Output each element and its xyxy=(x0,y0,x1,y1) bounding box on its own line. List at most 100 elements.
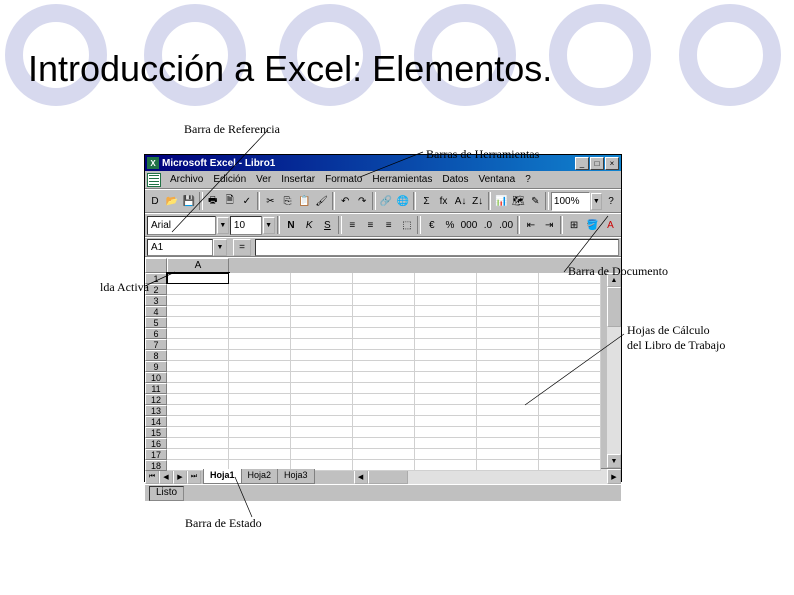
redo-button[interactable]: ↷ xyxy=(354,192,370,211)
cell-D18[interactable] xyxy=(353,460,415,471)
menu-ver[interactable]: Ver xyxy=(251,173,276,186)
cell-D16[interactable] xyxy=(353,438,415,449)
cell-D3[interactable] xyxy=(353,295,415,306)
cell-G9[interactable] xyxy=(539,361,601,372)
cell-E9[interactable] xyxy=(415,361,477,372)
scroll-right-icon[interactable]: ▶ xyxy=(607,469,621,484)
name-box[interactable]: A1 xyxy=(147,239,213,256)
cell-G11[interactable] xyxy=(539,383,601,394)
cell-B4[interactable] xyxy=(229,306,291,317)
menu-edición[interactable]: Edición xyxy=(208,173,251,186)
cell-D7[interactable] xyxy=(353,339,415,350)
row-header-10[interactable]: 10 xyxy=(145,372,167,383)
hyperlink-button[interactable]: 🔗 xyxy=(378,192,394,211)
cell-A9[interactable] xyxy=(167,361,229,372)
menu-formato[interactable]: Formato xyxy=(320,173,367,186)
row-header-4[interactable]: 4 xyxy=(145,306,167,317)
cell-A5[interactable] xyxy=(167,317,229,328)
format-painter-button[interactable]: 🖌 xyxy=(314,192,330,211)
cell-F10[interactable] xyxy=(477,372,539,383)
cell-D17[interactable] xyxy=(353,449,415,460)
cell-E11[interactable] xyxy=(415,383,477,394)
help-button[interactable]: ? xyxy=(603,192,619,211)
tab-nav-next-icon[interactable]: ▶ xyxy=(173,469,187,484)
cell-F6[interactable] xyxy=(477,328,539,339)
fill-color-button[interactable]: 🪣 xyxy=(584,216,601,235)
cell-F2[interactable] xyxy=(477,284,539,295)
horizontal-scrollbar[interactable]: ◀ ▶ xyxy=(354,469,621,484)
cell-A16[interactable] xyxy=(167,438,229,449)
tab-nav-last-icon[interactable]: ⏭ xyxy=(187,469,201,484)
preview-button[interactable]: 🗎 xyxy=(222,192,238,211)
cell-B10[interactable] xyxy=(229,372,291,383)
cell-D13[interactable] xyxy=(353,405,415,416)
cell-B16[interactable] xyxy=(229,438,291,449)
maximize-button[interactable]: □ xyxy=(590,157,604,170)
cell-D2[interactable] xyxy=(353,284,415,295)
cell-G4[interactable] xyxy=(539,306,601,317)
cell-E13[interactable] xyxy=(415,405,477,416)
cell-G12[interactable] xyxy=(539,394,601,405)
cell-A1[interactable] xyxy=(167,273,229,284)
cell-F11[interactable] xyxy=(477,383,539,394)
cell-F14[interactable] xyxy=(477,416,539,427)
cell-A4[interactable] xyxy=(167,306,229,317)
cell-G15[interactable] xyxy=(539,427,601,438)
cell-E12[interactable] xyxy=(415,394,477,405)
font-size-dropdown-icon[interactable]: ▼ xyxy=(263,217,275,234)
cell-C13[interactable] xyxy=(291,405,353,416)
vertical-scroll-thumb[interactable] xyxy=(607,287,621,327)
cell-E2[interactable] xyxy=(415,284,477,295)
cell-A2[interactable] xyxy=(167,284,229,295)
row-header-15[interactable]: 15 xyxy=(145,427,167,438)
increase-decimal-button[interactable]: .0 xyxy=(479,216,496,235)
currency-button[interactable]: € xyxy=(423,216,440,235)
borders-button[interactable]: ⊞ xyxy=(565,216,582,235)
cell-C14[interactable] xyxy=(291,416,353,427)
cell-C17[interactable] xyxy=(291,449,353,460)
cell-B2[interactable] xyxy=(229,284,291,295)
cell-E1[interactable] xyxy=(415,273,477,284)
underline-button[interactable]: S xyxy=(319,216,336,235)
name-box-dropdown-icon[interactable]: ▼ xyxy=(213,239,227,256)
cell-C11[interactable] xyxy=(291,383,353,394)
cell-F17[interactable] xyxy=(477,449,539,460)
comma-button[interactable]: 000 xyxy=(460,216,479,235)
align-right-button[interactable]: ≡ xyxy=(380,216,397,235)
cell-B7[interactable] xyxy=(229,339,291,350)
cell-G16[interactable] xyxy=(539,438,601,449)
tab-nav-first-icon[interactable]: ⏮ xyxy=(145,469,159,484)
cell-F7[interactable] xyxy=(477,339,539,350)
drawing-button[interactable]: ✎ xyxy=(527,192,543,211)
cell-F16[interactable] xyxy=(477,438,539,449)
bold-button[interactable]: N xyxy=(282,216,299,235)
cell-A7[interactable] xyxy=(167,339,229,350)
menu-?[interactable]: ? xyxy=(520,173,536,186)
cell-G17[interactable] xyxy=(539,449,601,460)
cell-G8[interactable] xyxy=(539,350,601,361)
autosum-button[interactable]: Σ xyxy=(418,192,434,211)
cell-C9[interactable] xyxy=(291,361,353,372)
menu-datos[interactable]: Datos xyxy=(437,173,473,186)
menu-ventana[interactable]: Ventana xyxy=(473,173,520,186)
font-name-dropdown-icon[interactable]: ▼ xyxy=(217,217,229,234)
decrease-indent-button[interactable]: ⇤ xyxy=(522,216,539,235)
cell-D11[interactable] xyxy=(353,383,415,394)
web-button[interactable]: 🌐 xyxy=(395,192,411,211)
align-left-button[interactable]: ≡ xyxy=(344,216,361,235)
row-header-12[interactable]: 12 xyxy=(145,394,167,405)
cut-button[interactable]: ✂ xyxy=(262,192,278,211)
cell-D8[interactable] xyxy=(353,350,415,361)
cell-B13[interactable] xyxy=(229,405,291,416)
cell-C12[interactable] xyxy=(291,394,353,405)
cell-G13[interactable] xyxy=(539,405,601,416)
cell-F3[interactable] xyxy=(477,295,539,306)
merge-center-button[interactable]: ⬚ xyxy=(398,216,415,235)
cell-C15[interactable] xyxy=(291,427,353,438)
cell-B15[interactable] xyxy=(229,427,291,438)
cell-B11[interactable] xyxy=(229,383,291,394)
cell-E6[interactable] xyxy=(415,328,477,339)
zoom-dropdown-icon[interactable]: ▼ xyxy=(591,193,602,210)
cell-D5[interactable] xyxy=(353,317,415,328)
cell-C6[interactable] xyxy=(291,328,353,339)
